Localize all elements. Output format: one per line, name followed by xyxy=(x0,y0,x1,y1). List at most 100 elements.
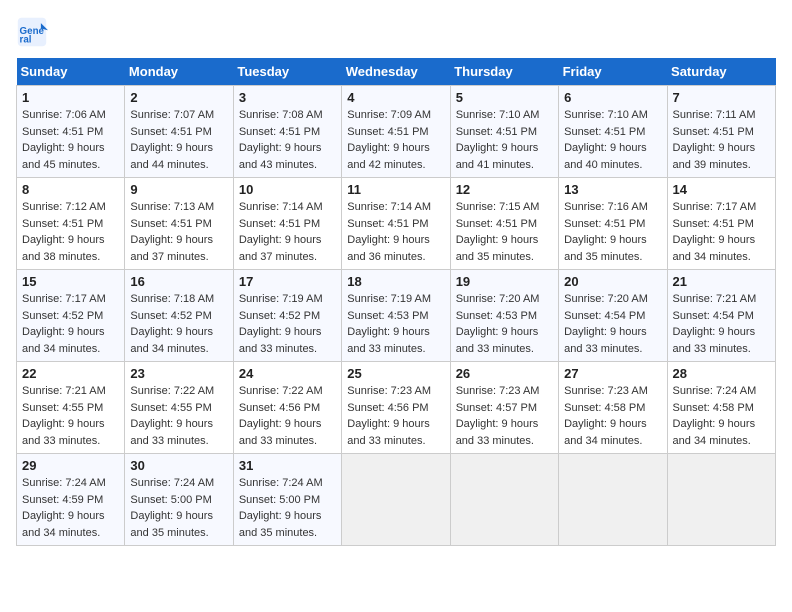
day-number: 17 xyxy=(239,274,336,289)
calendar-cell: 27 Sunrise: 7:23 AM Sunset: 4:58 PM Dayl… xyxy=(559,362,667,454)
day-detail: Sunrise: 7:24 AM Sunset: 4:58 PM Dayligh… xyxy=(673,383,770,449)
day-number: 6 xyxy=(564,90,661,105)
day-detail: Sunrise: 7:23 AM Sunset: 4:56 PM Dayligh… xyxy=(347,383,444,449)
day-detail: Sunrise: 7:14 AM Sunset: 4:51 PM Dayligh… xyxy=(347,199,444,265)
day-detail: Sunrise: 7:10 AM Sunset: 4:51 PM Dayligh… xyxy=(564,107,661,173)
calendar-cell: 24 Sunrise: 7:22 AM Sunset: 4:56 PM Dayl… xyxy=(233,362,341,454)
day-detail: Sunrise: 7:21 AM Sunset: 4:54 PM Dayligh… xyxy=(673,291,770,357)
calendar-cell: 6 Sunrise: 7:10 AM Sunset: 4:51 PM Dayli… xyxy=(559,86,667,178)
calendar-cell: 26 Sunrise: 7:23 AM Sunset: 4:57 PM Dayl… xyxy=(450,362,558,454)
calendar-cell: 18 Sunrise: 7:19 AM Sunset: 4:53 PM Dayl… xyxy=(342,270,450,362)
header-monday: Monday xyxy=(125,58,233,86)
day-number: 5 xyxy=(456,90,553,105)
calendar-cell xyxy=(342,454,450,546)
day-detail: Sunrise: 7:08 AM Sunset: 4:51 PM Dayligh… xyxy=(239,107,336,173)
day-number: 4 xyxy=(347,90,444,105)
day-number: 9 xyxy=(130,182,227,197)
day-number: 31 xyxy=(239,458,336,473)
calendar-week-row: 29 Sunrise: 7:24 AM Sunset: 4:59 PM Dayl… xyxy=(17,454,776,546)
day-detail: Sunrise: 7:07 AM Sunset: 4:51 PM Dayligh… xyxy=(130,107,227,173)
svg-text:ral: ral xyxy=(20,35,32,46)
day-detail: Sunrise: 7:06 AM Sunset: 4:51 PM Dayligh… xyxy=(22,107,119,173)
calendar-cell: 14 Sunrise: 7:17 AM Sunset: 4:51 PM Dayl… xyxy=(667,178,775,270)
day-detail: Sunrise: 7:17 AM Sunset: 4:52 PM Dayligh… xyxy=(22,291,119,357)
day-detail: Sunrise: 7:16 AM Sunset: 4:51 PM Dayligh… xyxy=(564,199,661,265)
day-number: 15 xyxy=(22,274,119,289)
day-number: 29 xyxy=(22,458,119,473)
day-detail: Sunrise: 7:21 AM Sunset: 4:55 PM Dayligh… xyxy=(22,383,119,449)
calendar-cell: 21 Sunrise: 7:21 AM Sunset: 4:54 PM Dayl… xyxy=(667,270,775,362)
day-detail: Sunrise: 7:15 AM Sunset: 4:51 PM Dayligh… xyxy=(456,199,553,265)
calendar-cell: 29 Sunrise: 7:24 AM Sunset: 4:59 PM Dayl… xyxy=(17,454,125,546)
calendar-cell: 4 Sunrise: 7:09 AM Sunset: 4:51 PM Dayli… xyxy=(342,86,450,178)
calendar-cell: 1 Sunrise: 7:06 AM Sunset: 4:51 PM Dayli… xyxy=(17,86,125,178)
calendar-cell: 3 Sunrise: 7:08 AM Sunset: 4:51 PM Dayli… xyxy=(233,86,341,178)
calendar-cell: 20 Sunrise: 7:20 AM Sunset: 4:54 PM Dayl… xyxy=(559,270,667,362)
calendar-cell: 31 Sunrise: 7:24 AM Sunset: 5:00 PM Dayl… xyxy=(233,454,341,546)
calendar-cell: 28 Sunrise: 7:24 AM Sunset: 4:58 PM Dayl… xyxy=(667,362,775,454)
day-detail: Sunrise: 7:20 AM Sunset: 4:53 PM Dayligh… xyxy=(456,291,553,357)
day-detail: Sunrise: 7:18 AM Sunset: 4:52 PM Dayligh… xyxy=(130,291,227,357)
calendar-cell: 25 Sunrise: 7:23 AM Sunset: 4:56 PM Dayl… xyxy=(342,362,450,454)
day-detail: Sunrise: 7:14 AM Sunset: 4:51 PM Dayligh… xyxy=(239,199,336,265)
header-saturday: Saturday xyxy=(667,58,775,86)
day-number: 22 xyxy=(22,366,119,381)
day-detail: Sunrise: 7:09 AM Sunset: 4:51 PM Dayligh… xyxy=(347,107,444,173)
day-detail: Sunrise: 7:11 AM Sunset: 4:51 PM Dayligh… xyxy=(673,107,770,173)
day-number: 19 xyxy=(456,274,553,289)
calendar-cell: 5 Sunrise: 7:10 AM Sunset: 4:51 PM Dayli… xyxy=(450,86,558,178)
calendar-cell: 30 Sunrise: 7:24 AM Sunset: 5:00 PM Dayl… xyxy=(125,454,233,546)
day-number: 14 xyxy=(673,182,770,197)
calendar-cell: 12 Sunrise: 7:15 AM Sunset: 4:51 PM Dayl… xyxy=(450,178,558,270)
calendar-cell: 11 Sunrise: 7:14 AM Sunset: 4:51 PM Dayl… xyxy=(342,178,450,270)
day-number: 7 xyxy=(673,90,770,105)
day-number: 30 xyxy=(130,458,227,473)
day-detail: Sunrise: 7:24 AM Sunset: 4:59 PM Dayligh… xyxy=(22,475,119,541)
header-sunday: Sunday xyxy=(17,58,125,86)
calendar-week-row: 1 Sunrise: 7:06 AM Sunset: 4:51 PM Dayli… xyxy=(17,86,776,178)
calendar-cell xyxy=(667,454,775,546)
day-number: 26 xyxy=(456,366,553,381)
day-detail: Sunrise: 7:22 AM Sunset: 4:56 PM Dayligh… xyxy=(239,383,336,449)
calendar-week-row: 15 Sunrise: 7:17 AM Sunset: 4:52 PM Dayl… xyxy=(17,270,776,362)
calendar-cell: 9 Sunrise: 7:13 AM Sunset: 4:51 PM Dayli… xyxy=(125,178,233,270)
day-number: 27 xyxy=(564,366,661,381)
day-number: 23 xyxy=(130,366,227,381)
day-number: 2 xyxy=(130,90,227,105)
header-thursday: Thursday xyxy=(450,58,558,86)
day-detail: Sunrise: 7:22 AM Sunset: 4:55 PM Dayligh… xyxy=(130,383,227,449)
calendar-cell: 19 Sunrise: 7:20 AM Sunset: 4:53 PM Dayl… xyxy=(450,270,558,362)
calendar-cell: 8 Sunrise: 7:12 AM Sunset: 4:51 PM Dayli… xyxy=(17,178,125,270)
calendar-cell: 23 Sunrise: 7:22 AM Sunset: 4:55 PM Dayl… xyxy=(125,362,233,454)
header-wednesday: Wednesday xyxy=(342,58,450,86)
calendar-week-row: 22 Sunrise: 7:21 AM Sunset: 4:55 PM Dayl… xyxy=(17,362,776,454)
calendar-cell: 15 Sunrise: 7:17 AM Sunset: 4:52 PM Dayl… xyxy=(17,270,125,362)
calendar-cell: 13 Sunrise: 7:16 AM Sunset: 4:51 PM Dayl… xyxy=(559,178,667,270)
day-number: 12 xyxy=(456,182,553,197)
day-number: 21 xyxy=(673,274,770,289)
calendar-cell: 10 Sunrise: 7:14 AM Sunset: 4:51 PM Dayl… xyxy=(233,178,341,270)
day-number: 3 xyxy=(239,90,336,105)
day-number: 1 xyxy=(22,90,119,105)
day-detail: Sunrise: 7:19 AM Sunset: 4:53 PM Dayligh… xyxy=(347,291,444,357)
day-detail: Sunrise: 7:24 AM Sunset: 5:00 PM Dayligh… xyxy=(239,475,336,541)
day-number: 8 xyxy=(22,182,119,197)
calendar-header-row: SundayMondayTuesdayWednesdayThursdayFrid… xyxy=(17,58,776,86)
day-detail: Sunrise: 7:23 AM Sunset: 4:58 PM Dayligh… xyxy=(564,383,661,449)
header-tuesday: Tuesday xyxy=(233,58,341,86)
calendar-cell: 16 Sunrise: 7:18 AM Sunset: 4:52 PM Dayl… xyxy=(125,270,233,362)
day-detail: Sunrise: 7:10 AM Sunset: 4:51 PM Dayligh… xyxy=(456,107,553,173)
calendar-cell: 22 Sunrise: 7:21 AM Sunset: 4:55 PM Dayl… xyxy=(17,362,125,454)
calendar-cell: 17 Sunrise: 7:19 AM Sunset: 4:52 PM Dayl… xyxy=(233,270,341,362)
day-detail: Sunrise: 7:19 AM Sunset: 4:52 PM Dayligh… xyxy=(239,291,336,357)
calendar-body: 1 Sunrise: 7:06 AM Sunset: 4:51 PM Dayli… xyxy=(17,86,776,546)
day-number: 18 xyxy=(347,274,444,289)
day-number: 24 xyxy=(239,366,336,381)
day-detail: Sunrise: 7:12 AM Sunset: 4:51 PM Dayligh… xyxy=(22,199,119,265)
day-detail: Sunrise: 7:13 AM Sunset: 4:51 PM Dayligh… xyxy=(130,199,227,265)
logo-icon: Gene ral xyxy=(16,16,48,48)
day-detail: Sunrise: 7:20 AM Sunset: 4:54 PM Dayligh… xyxy=(564,291,661,357)
calendar-cell xyxy=(450,454,558,546)
day-number: 13 xyxy=(564,182,661,197)
day-detail: Sunrise: 7:24 AM Sunset: 5:00 PM Dayligh… xyxy=(130,475,227,541)
